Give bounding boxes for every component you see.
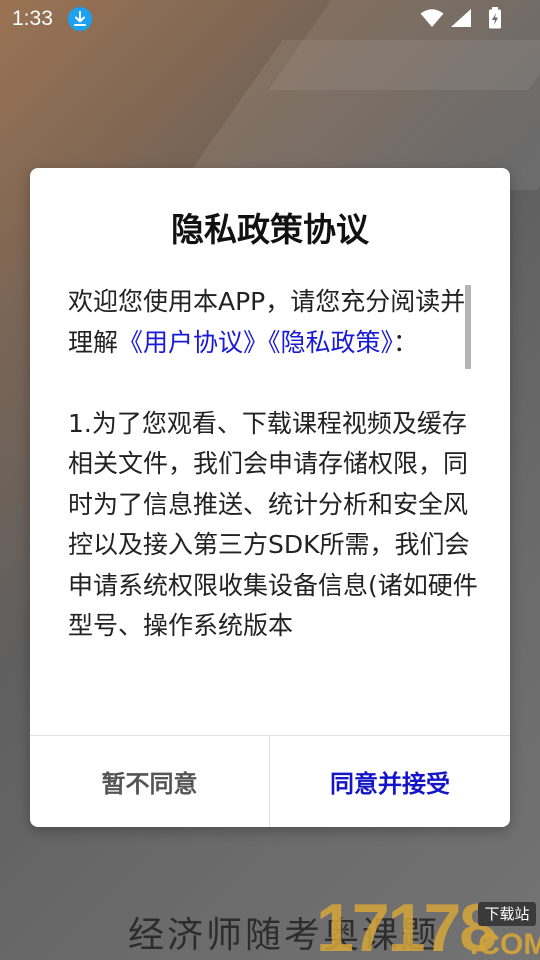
intro-paragraph: 欢迎您使用本APP，请您充分阅读并理解《用户协议》《隐私政策》： [68,282,478,363]
download-icon [68,7,92,31]
battery-charging-icon [489,7,501,29]
decline-button[interactable]: 暂不同意 [30,736,269,827]
privacy-policy-dialog: 隐私政策协议 欢迎您使用本APP，请您充分阅读并理解《用户协议》《隐私政策》： … [30,168,510,827]
clause-paragraph: 1.为了您观看、下载课程视频及缓存相关文件，我们会申请存储权限，同时为了信息推送… [68,408,478,641]
watermark-domain: .COM [470,928,540,960]
dialog-title: 隐私政策协议 [171,210,369,249]
app-screen: 1:33 隐私政策协议 欢迎您使用本APP，请您充分阅读并理解《用户协议》《隐私… [0,0,540,960]
watermark-logo-number: 17178 [316,890,497,960]
accept-button[interactable]: 同意并接受 [270,736,510,827]
wifi-icon [420,9,444,27]
scrollbar[interactable] [465,285,471,369]
intro-suffix: ： [393,327,419,357]
privacy-policy-link[interactable]: 《隐私政策》 [268,328,393,357]
user-agreement-link[interactable]: 《用户协议》 [118,328,268,357]
policy-scroll-area[interactable]: 欢迎您使用本APP，请您充分阅读并理解《用户协议》《隐私政策》： 1.为了您观看… [68,282,478,702]
status-bar: 1:33 [0,0,540,38]
signal-icon [451,9,471,27]
status-time: 1:33 [12,7,53,30]
policy-text: 欢迎您使用本APP，请您充分阅读并理解《用户协议》《隐私政策》： 1.为了您观看… [68,282,478,647]
watermark-tag: 下载站 [478,902,536,926]
